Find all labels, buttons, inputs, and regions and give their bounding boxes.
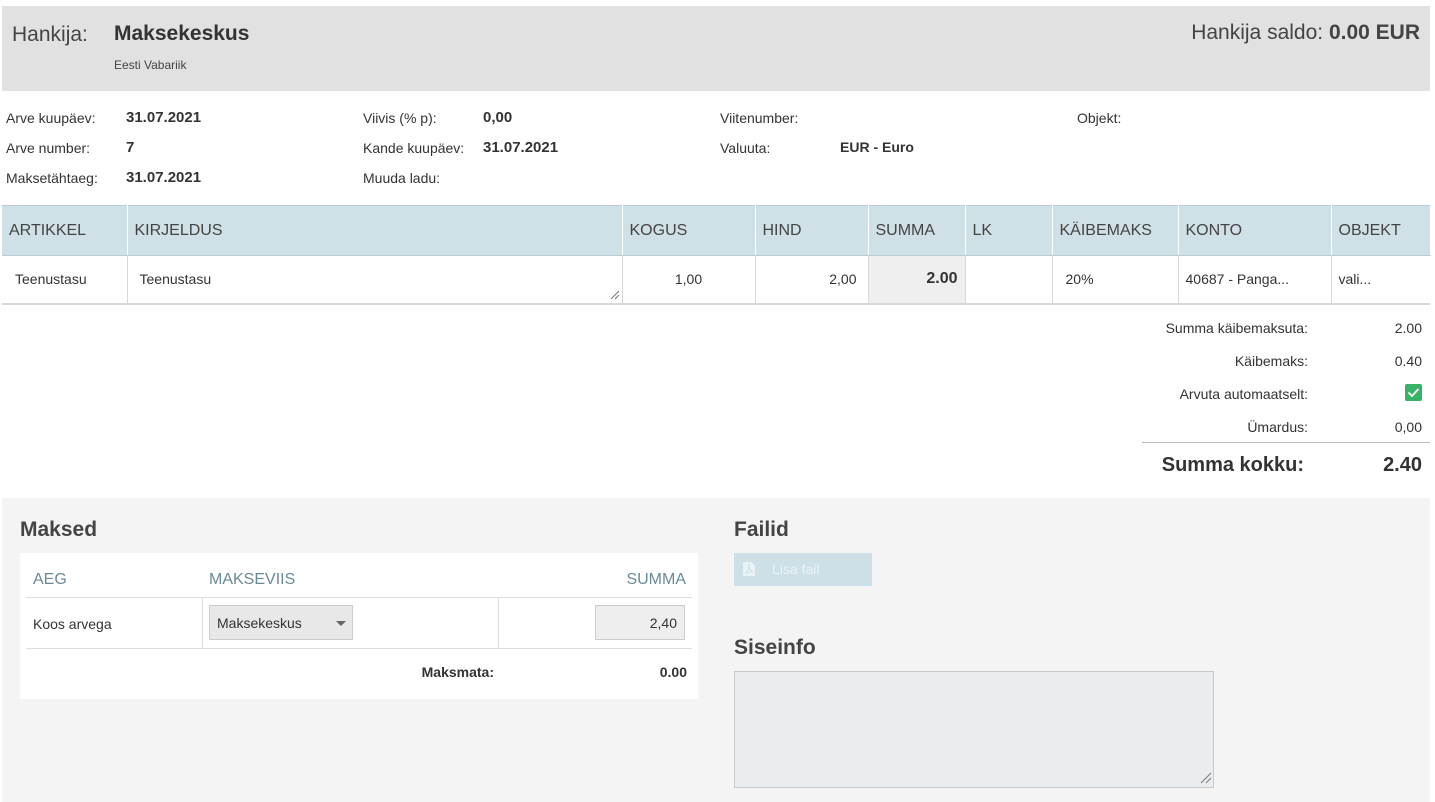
entry-date-label: Kande kuupäev:: [363, 140, 465, 156]
article-cell[interactable]: Teenustasu: [2, 255, 128, 305]
payments-col-divider: [202, 597, 203, 648]
payments-col-time: AEG: [33, 571, 67, 588]
internal-info-title: Siseinfo: [734, 636, 816, 659]
auto-calc-row: Arvuta automaatselt:: [1122, 384, 1422, 406]
supplier-label: Hankija:: [12, 23, 88, 46]
unpaid-label: Maksmata:: [421, 664, 494, 680]
grand-total-value: 2.40: [1383, 454, 1422, 476]
vat-total-value: 0.40: [1394, 353, 1422, 369]
bottom-section: Maksed AEG MAKSEVIIS SUMMA Koos arvega M…: [2, 498, 1430, 802]
col-header-lk: LK: [965, 205, 1053, 256]
col-header-vat: KÄIBEMAKS: [1052, 205, 1179, 256]
balance-value: 0.00 EUR: [1328, 21, 1420, 44]
rounding-row: Ümardus: 0,00: [1122, 419, 1422, 439]
entry-date-value[interactable]: 31.07.2021: [483, 139, 558, 156]
internal-notes-textarea[interactable]: [734, 671, 1214, 788]
invoice-date-value[interactable]: 31.07.2021: [126, 109, 201, 126]
net-total-value: 2.00: [1394, 320, 1422, 336]
balance-label: Hankija saldo:: [1191, 21, 1324, 44]
payments-col-amount: SUMMA: [626, 571, 686, 588]
payments-col-divider: [498, 597, 499, 648]
add-file-button[interactable]: Lisa fail: [734, 553, 872, 586]
payments-title: Maksed: [20, 518, 98, 541]
invoice-lines-table: ARTIKKEL KIRJELDUS KOGUS HIND SUMMA LK K…: [2, 205, 1431, 305]
supplier-balance: Hankija saldo: 0.00 EUR: [1191, 21, 1420, 45]
penalty-label: Viivis (% p):: [363, 110, 437, 126]
checkmark-icon: [1407, 388, 1420, 398]
rounding-label: Ümardus:: [1247, 419, 1308, 435]
table-row: Teenustasu Teenustasu 1,00 2,00 2.00 20%…: [2, 255, 1430, 305]
grand-total-label: Summa kokku:: [1161, 454, 1304, 476]
object-label: Objekt:: [1077, 110, 1122, 126]
files-title: Failid: [734, 518, 789, 541]
reference-label: Viitenumber:: [720, 110, 799, 126]
auto-calc-label: Arvuta automaatselt:: [1179, 386, 1308, 402]
col-header-price: HIND: [755, 205, 869, 256]
account-cell[interactable]: 40687 - Panga...: [1178, 255, 1332, 305]
pdf-icon: [743, 562, 755, 576]
col-header-quantity: KOGUS: [622, 205, 756, 256]
vat-cell[interactable]: 20%: [1052, 255, 1179, 305]
chevron-down-icon: [336, 621, 346, 626]
due-date-label: Maksetähtaeg:: [6, 170, 98, 186]
supplier-country: Eesti Vabariik: [114, 58, 187, 72]
penalty-value[interactable]: 0,00: [483, 109, 512, 126]
col-header-account: KONTO: [1178, 205, 1332, 256]
net-total-row: Summa käibemaksuta: 2.00: [1122, 320, 1422, 340]
vat-total-label: Käibemaks:: [1234, 353, 1308, 369]
payments-divider: [26, 597, 692, 598]
col-header-object: OBJEKT: [1331, 205, 1431, 256]
due-date-value[interactable]: 31.07.2021: [126, 169, 201, 186]
col-header-sum: SUMMA: [868, 205, 966, 256]
invoice-number-value[interactable]: 7: [126, 139, 134, 156]
resize-grip-icon[interactable]: [1200, 772, 1212, 784]
quantity-cell[interactable]: 1,00: [622, 255, 756, 305]
table-header-row: ARTIKKEL KIRJELDUS KOGUS HIND SUMMA LK K…: [2, 205, 1431, 256]
net-total-label: Summa käibemaksuta:: [1165, 320, 1308, 336]
payment-amount-input[interactable]: 2,40: [595, 605, 685, 640]
payment-method-value: Maksekeskus: [217, 615, 302, 631]
invoice-date-label: Arve kuupäev:: [6, 110, 96, 126]
invoice-number-label: Arve number:: [6, 140, 91, 156]
add-file-label: Lisa fail: [772, 561, 820, 577]
payment-method-select[interactable]: Maksekeskus: [209, 605, 353, 640]
currency-label: Valuuta:: [720, 140, 771, 156]
supplier-name[interactable]: Maksekeskus: [114, 22, 249, 46]
supplier-header: Hankija: Maksekeskus Eesti Vabariik Hank…: [2, 6, 1430, 91]
rounding-value[interactable]: 0,00: [1395, 419, 1422, 435]
unpaid-value: 0.00: [659, 664, 687, 680]
payments-col-method: MAKSEVIIS: [209, 571, 296, 588]
price-cell[interactable]: 2,00: [755, 255, 869, 305]
col-header-description: KIRJELDUS: [127, 205, 623, 256]
sum-cell: 2.00: [868, 255, 966, 305]
payment-time: Koos arvega: [33, 616, 112, 632]
warehouse-label[interactable]: Muuda ladu:: [363, 170, 440, 186]
lk-cell[interactable]: [965, 255, 1053, 305]
payments-table: AEG MAKSEVIIS SUMMA Koos arvega Maksekes…: [20, 553, 698, 699]
object-cell[interactable]: vali...: [1331, 255, 1430, 305]
description-text: Teenustasu: [139, 271, 212, 288]
currency-value[interactable]: EUR - Euro: [840, 139, 914, 155]
resize-grip-icon[interactable]: [610, 290, 620, 300]
auto-calc-checkbox[interactable]: [1405, 384, 1422, 401]
payments-divider: [26, 648, 692, 649]
col-header-article: ARTIKKEL: [2, 205, 128, 256]
description-cell[interactable]: Teenustasu: [127, 255, 623, 305]
totals-divider: [1142, 442, 1430, 443]
vat-total-row: Käibemaks: 0.40: [1122, 353, 1422, 373]
